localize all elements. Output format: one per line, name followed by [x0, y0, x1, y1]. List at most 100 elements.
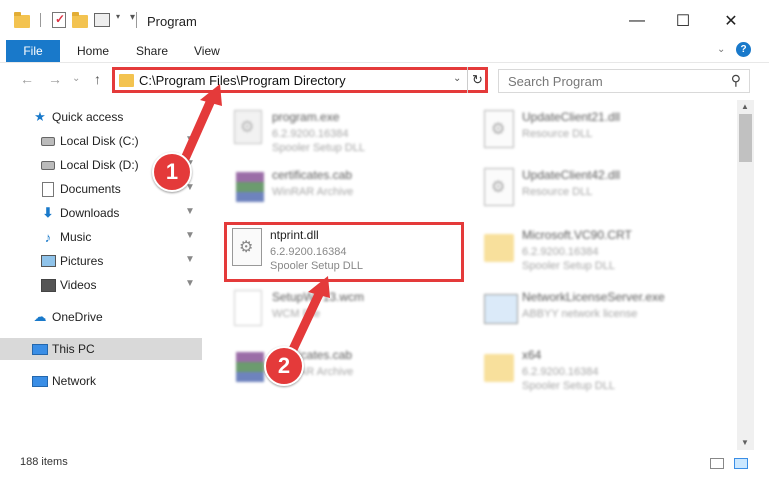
file-detail: Spooler Setup DLL [272, 142, 365, 154]
file-item[interactable]: NetworkLicenseServer.exe ABBYY network l… [480, 286, 730, 342]
file-name: UpdateClient42.dll [522, 168, 621, 182]
title-separator [136, 12, 137, 28]
sidebar-item-this-pc[interactable]: This PC [0, 338, 202, 360]
tab-view[interactable]: View [194, 44, 220, 58]
search-icon[interactable]: ⚲ [731, 72, 741, 89]
scroll-down-icon[interactable]: ▼ [741, 438, 749, 447]
view-icon[interactable] [94, 13, 110, 27]
tab-file[interactable]: File [6, 40, 60, 62]
window-title: Program [147, 14, 197, 29]
help-icon[interactable]: ? [736, 42, 751, 57]
file-detail: Spooler Setup DLL [522, 260, 615, 272]
sidebar-item-label: Network [52, 374, 97, 388]
recent-locations-button[interactable]: ⌄ [72, 73, 80, 84]
tab-home[interactable]: Home [77, 44, 109, 58]
properties-icon[interactable] [52, 12, 66, 28]
tiles-view-icon[interactable] [734, 458, 748, 469]
file-item[interactable]: UpdateClient42.dll Resource DLL [480, 164, 730, 220]
sidebar-item-music[interactable]: ♪ Music ▼ [0, 226, 202, 248]
navigation-bar: ← → ⌄ ↑ C:\Program Files\Program Directo… [0, 62, 769, 96]
sidebar-item-onedrive[interactable]: ☁ OneDrive [0, 306, 202, 328]
blank-file-icon [234, 290, 266, 330]
file-detail: Spooler Setup DLL [522, 380, 615, 392]
window-bottom [0, 474, 769, 491]
address-separator [467, 67, 468, 93]
file-name: x64 [522, 348, 542, 362]
vertical-scrollbar[interactable]: ▲ ▼ [737, 100, 754, 450]
step-badge-1: 1 [152, 152, 192, 192]
archive-icon [234, 348, 266, 388]
videos-icon [40, 277, 56, 293]
customize-toolbar-icon[interactable]: ▾ [130, 12, 140, 28]
sidebar-item-label: Downloads [60, 206, 120, 220]
sidebar-item-downloads[interactable]: ⬇ Downloads ▼ [0, 202, 202, 224]
search-input[interactable]: Search Program ⚲ [498, 69, 750, 93]
separator [40, 13, 46, 27]
network-icon [32, 373, 48, 389]
folder-icon [119, 74, 134, 87]
pin-icon: ▼ [185, 278, 195, 289]
sidebar-item-quick-access[interactable]: ★ Quick access [0, 106, 202, 128]
chevron-down-icon[interactable]: ▾ [116, 12, 124, 28]
file-detail: 6.2.9200.16384 [522, 366, 599, 378]
status-bar: 188 items [0, 452, 769, 474]
close-button[interactable]: ✕ [708, 6, 754, 36]
sidebar-item-label: This PC [52, 342, 95, 356]
music-icon: ♪ [44, 229, 52, 245]
file-name: SetupWP13.wcm [272, 290, 365, 304]
sidebar-item-label: Local Disk (D:) [60, 158, 139, 172]
file-detail: WCM File [272, 308, 321, 320]
search-placeholder: Search Program [508, 74, 603, 89]
file-name: NetworkLicenseServer.exe [522, 290, 665, 304]
file-name: certificates.cab [272, 168, 353, 182]
file-detail: WinRAR Archive [272, 186, 354, 198]
download-icon: ⬇ [42, 205, 54, 220]
address-bar[interactable]: C:\Program Files\Program Directory ⌄ ↻ [112, 67, 488, 93]
pin-icon: ▼ [185, 206, 195, 217]
folder-icon[interactable] [14, 11, 30, 28]
sidebar-item-label: Music [60, 230, 92, 244]
file-item[interactable]: program.exe 6.2.9200.16384 Spooler Setup… [230, 106, 480, 162]
file-item[interactable]: Microsoft.VC90.CRT 6.2.9200.16384 Spoole… [480, 224, 730, 280]
sidebar-item-label: Videos [60, 278, 97, 292]
scroll-up-icon[interactable]: ▲ [741, 102, 749, 111]
address-text[interactable]: C:\Program Files\Program Directory [139, 73, 346, 88]
sidebar-item-local-disk-c[interactable]: Local Disk (C:) ▼ [0, 130, 202, 152]
file-item[interactable]: SetupWP13.wcm WCM File [230, 286, 480, 342]
dll-icon [484, 110, 516, 150]
ribbon-tabs: File Home Share View ⌄ ? [0, 40, 769, 62]
new-folder-icon[interactable] [72, 11, 88, 28]
sidebar-item-label: Documents [60, 182, 121, 196]
item-count: 188 items [20, 456, 68, 468]
expand-ribbon-icon[interactable]: ⌄ [717, 44, 729, 56]
pin-icon: ▼ [185, 230, 195, 241]
file-item[interactable]: certificates.cab WinRAR Archive [230, 164, 480, 220]
title-bar: ▾ ▾ Program — ☐ ✕ [0, 0, 769, 40]
disk-icon [40, 133, 56, 149]
sidebar-item-label: OneDrive [52, 310, 103, 324]
file-detail: ABBYY network license [522, 308, 638, 320]
address-dropdown-icon[interactable]: ⌄ [453, 73, 461, 84]
refresh-icon[interactable]: ↻ [472, 72, 483, 88]
file-detail: Resource DLL [522, 128, 593, 140]
tab-share[interactable]: Share [136, 44, 168, 58]
sidebar-item-network[interactable]: Network [0, 370, 202, 392]
up-button[interactable]: ↑ [94, 71, 101, 87]
file-item[interactable]: UpdateClient21.dll Resource DLL [480, 106, 730, 162]
maximize-button[interactable]: ☐ [660, 6, 706, 36]
app-icon [484, 290, 518, 330]
file-item[interactable]: x64 6.2.9200.16384 Spooler Setup DLL [480, 344, 730, 400]
file-name: Microsoft.VC90.CRT [522, 228, 632, 242]
sidebar-item-videos[interactable]: Videos ▼ [0, 274, 202, 296]
pictures-icon [40, 253, 56, 269]
details-view-icon[interactable] [710, 458, 724, 469]
scroll-thumb[interactable] [739, 114, 752, 162]
file-detail: Resource DLL [522, 186, 593, 198]
file-name: UpdateClient21.dll [522, 110, 621, 124]
forward-button[interactable]: → [48, 71, 62, 87]
pin-icon: ▼ [185, 134, 195, 145]
sidebar-item-pictures[interactable]: Pictures ▼ [0, 250, 202, 272]
back-button[interactable]: ← [20, 71, 34, 87]
minimize-button[interactable]: — [614, 6, 660, 36]
document-icon [40, 181, 56, 197]
